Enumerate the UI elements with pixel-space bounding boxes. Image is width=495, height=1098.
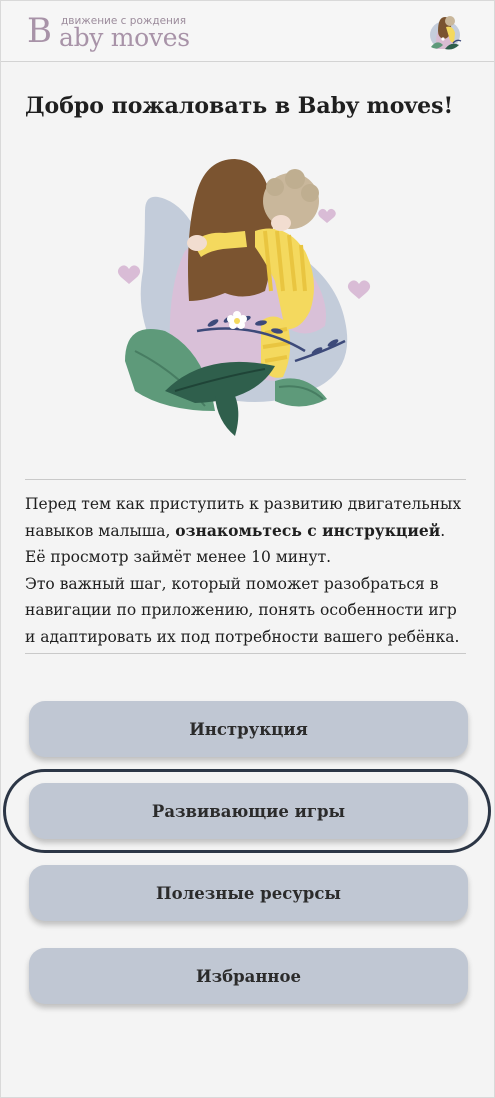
mother-child-avatar-icon[interactable] — [423, 9, 467, 53]
developmental-games-button[interactable]: Развивающие игры — [29, 783, 468, 839]
app-logo[interactable]: B движение с рождения aby moves — [27, 9, 197, 53]
intro-text: Перед тем как приступить к развитию двиг… — [25, 491, 470, 650]
intro-line-2: Её просмотр займёт менее 10 минут. — [25, 548, 332, 566]
logo-text: aby moves — [59, 23, 190, 52]
app-header: B движение с рождения aby moves — [1, 1, 494, 62]
instruction-highlight: ознакомьтесь с инструкцией — [175, 520, 441, 540]
welcome-title: Добро пожаловать в Baby moves! — [25, 93, 454, 119]
divider-bottom — [25, 653, 466, 654]
intro-line-1: Перед тем как приступить к развитию двиг… — [25, 495, 462, 540]
app-screen: B движение с рождения aby moves Добро по… — [0, 0, 495, 1098]
mother-holding-baby-illustration — [117, 159, 371, 436]
intro-line-3: Это важный шаг, который поможет разобрат… — [25, 574, 460, 646]
logo-letter: B — [27, 11, 52, 51]
favorites-button[interactable]: Избранное — [29, 948, 468, 1004]
divider-top — [25, 479, 466, 480]
useful-resources-button[interactable]: Полезные ресурсы — [29, 865, 468, 921]
instruction-button[interactable]: Инструкция — [29, 701, 468, 757]
